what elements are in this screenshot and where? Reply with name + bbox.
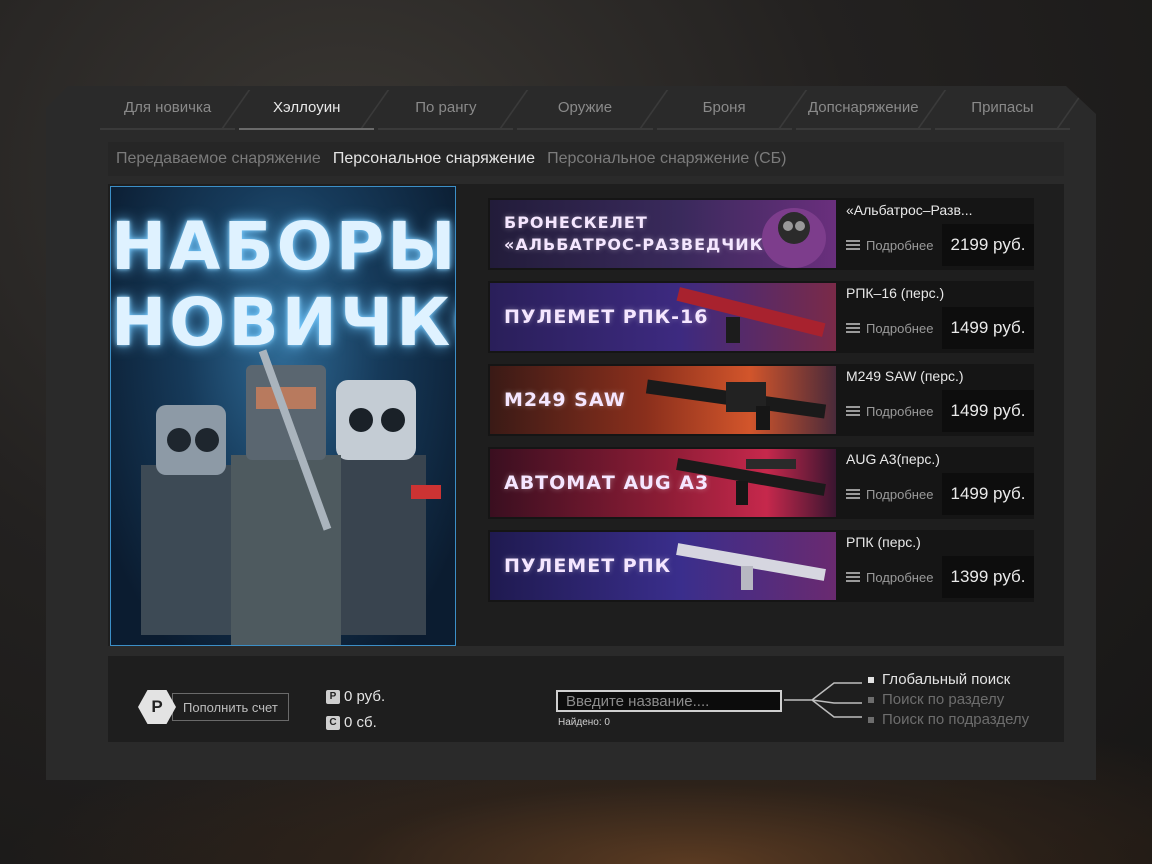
offer-name: AUG A3(перс.) [846, 451, 940, 467]
offer-info: РПК (перс.) Подробнее 1399 руб. [836, 530, 1034, 602]
offer-banner[interactable]: ПУЛЕМЕТ РПК [490, 532, 836, 600]
subtab-personal-sb[interactable]: Персональное снаряжение (СБ) [547, 150, 786, 168]
offer-card[interactable]: ПУЛЕМЕТ РПК-16 РПК–16 (перс.) Подробнее … [488, 281, 1034, 353]
offer-name: РПК (перс.) [846, 534, 921, 550]
list-icon [846, 571, 860, 582]
content-area: НАБОРЫ НОВИЧКОВ БРОНЕСКЕЛЕТ «АЛЬБАТ [108, 184, 1064, 646]
subtab-transferable[interactable]: Передаваемое снаряжение [116, 150, 321, 168]
offers-list: БРОНЕСКЕЛЕТ «АЛЬБАТРОС-РАЗВЕДЧИК» «Альба… [488, 198, 1034, 613]
list-icon [846, 488, 860, 499]
price-button[interactable]: 1499 руб. [942, 473, 1034, 515]
tab-extra-equipment[interactable]: Допснаряжение [795, 86, 931, 130]
topup-account[interactable]: Р Пополнить счет [138, 690, 289, 724]
topup-button[interactable]: Пополнить счет [172, 693, 289, 721]
price-button[interactable]: 1499 руб. [942, 307, 1034, 349]
search-scope-options: Глобальный поиск Поиск по разделу Поиск … [868, 670, 1029, 730]
promo-title: НАБОРЫ НОВИЧКОВ [111, 208, 456, 361]
offer-card[interactable]: АВТОМАТ AUG A3 AUG A3(перс.) Подробнее 1… [488, 447, 1034, 519]
ruble-icon: Р [138, 690, 176, 724]
tab-armor[interactable]: Броня [656, 86, 792, 130]
search-input[interactable] [556, 690, 782, 712]
offer-banner[interactable]: БРОНЕСКЕЛЕТ «АЛЬБАТРОС-РАЗВЕДЧИК» [490, 200, 836, 268]
machine-gun-illustration [676, 543, 826, 590]
search-option-section[interactable]: Поиск по разделу [868, 690, 1029, 710]
rub-currency-icon: Р [326, 690, 340, 704]
tab-for-newbie[interactable]: Для новичка [100, 86, 236, 130]
price-button[interactable]: 1399 руб. [942, 556, 1034, 598]
list-icon [846, 405, 860, 416]
offer-banner[interactable]: АВТОМАТ AUG A3 [490, 449, 836, 517]
tab-weapons[interactable]: Оружие [517, 86, 653, 130]
price-button[interactable]: 1499 руб. [942, 390, 1034, 432]
category-tabs: Для новичка Хэллоуин По рангу Оружие Бро… [100, 86, 1074, 130]
offer-name: M249 SAW (перс.) [846, 368, 964, 384]
soldiers-illustration [141, 349, 441, 645]
details-button[interactable]: Подробнее [846, 570, 933, 585]
offer-info: AUG A3(перс.) Подробнее 1499 руб. [836, 447, 1034, 519]
offer-card[interactable]: M249 SAW M249 SAW (перс.) Подробнее 1499… [488, 364, 1034, 436]
subcategory-tabs: Передаваемое снаряжение Персональное сна… [108, 142, 1064, 176]
armor-illustration [762, 208, 826, 268]
balance-rub: Р 0 руб. [326, 684, 385, 710]
offer-info: «Альбатрос–Разв... Подробнее 2199 руб. [836, 198, 1034, 270]
details-button[interactable]: Подробнее [846, 238, 933, 253]
list-icon [846, 322, 860, 333]
balance-sb: С 0 сб. [326, 710, 385, 736]
tab-supplies[interactable]: Припасы [934, 86, 1070, 130]
tab-by-rank[interactable]: По рангу [378, 86, 514, 130]
shop-window: Для новичка Хэллоуин По рангу Оружие Бро… [46, 86, 1096, 780]
search-option-subsection[interactable]: Поиск по подразделу [868, 710, 1029, 730]
balances: Р 0 руб. С 0 сб. [326, 684, 385, 736]
search-option-global[interactable]: Глобальный поиск [868, 670, 1029, 690]
offer-name: «Альбатрос–Разв... [846, 202, 973, 218]
tab-halloween[interactable]: Хэллоуин [239, 86, 375, 130]
offer-info: РПК–16 (перс.) Подробнее 1499 руб. [836, 281, 1034, 353]
price-button[interactable]: 2199 руб. [942, 224, 1034, 266]
machine-gun-illustration [645, 379, 827, 430]
offer-name: РПК–16 (перс.) [846, 285, 945, 301]
details-button[interactable]: Подробнее [846, 321, 933, 336]
offer-banner[interactable]: M249 SAW [490, 366, 836, 434]
found-count: Найдено: 0 [558, 717, 610, 728]
sb-currency-icon: С [326, 716, 340, 730]
offer-info: M249 SAW (перс.) Подробнее 1499 руб. [836, 364, 1034, 436]
details-button[interactable]: Подробнее [846, 487, 933, 502]
rifle-illustration [676, 458, 826, 505]
promo-banner[interactable]: НАБОРЫ НОВИЧКОВ [110, 186, 456, 646]
offer-card[interactable]: ПУЛЕМЕТ РПК РПК (перс.) Подробнее 1399 р… [488, 530, 1034, 602]
offer-banner[interactable]: ПУЛЕМЕТ РПК-16 [490, 283, 836, 351]
footer-bar: Р Пополнить счет Р 0 руб. С 0 сб. Найден… [108, 656, 1064, 742]
subtab-personal[interactable]: Персональное снаряжение [333, 150, 535, 168]
offer-card[interactable]: БРОНЕСКЕЛЕТ «АЛЬБАТРОС-РАЗВЕДЧИК» «Альба… [488, 198, 1034, 270]
rifle-illustration [676, 287, 826, 343]
list-icon [846, 239, 860, 250]
search-scope-connector [784, 682, 862, 718]
details-button[interactable]: Подробнее [846, 404, 933, 419]
